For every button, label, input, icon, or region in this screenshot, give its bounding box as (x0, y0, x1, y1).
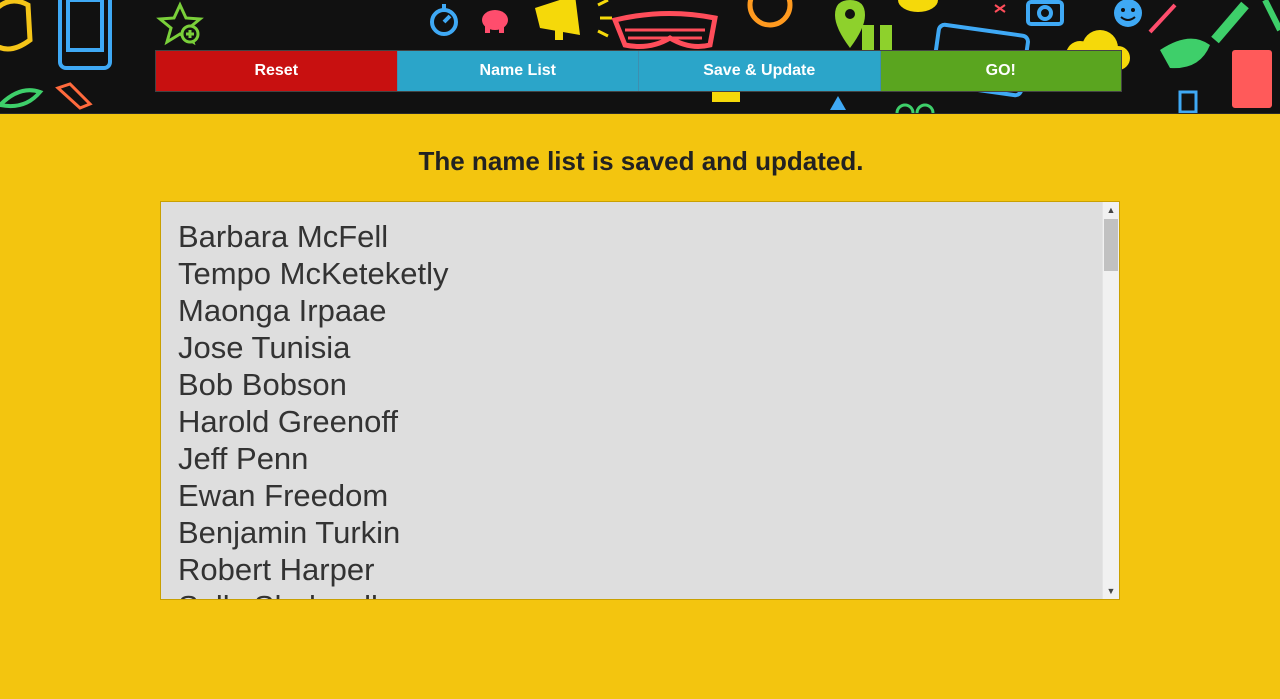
book-icon (1232, 50, 1272, 108)
go-button[interactable]: GO! (880, 51, 1121, 91)
name-line: Robert Harper (178, 552, 375, 587)
phone-icon (0, 0, 33, 52)
save-update-button[interactable]: Save & Update (639, 51, 881, 91)
stopwatch-icon (430, 4, 458, 36)
scroll-down-arrow-icon[interactable]: ▼ (1103, 583, 1119, 599)
name-line: Bob Bobson (178, 367, 347, 402)
name-line: Benjamin Turkin (178, 515, 401, 550)
name-line: Barbara McFell (178, 219, 389, 254)
leaf-icon (0, 88, 44, 109)
name-list-textarea[interactable]: Barbara McFell Tempo McKeteketly Maonga Ir… (160, 201, 1120, 600)
name-line: Tempo McKeteketly (178, 256, 449, 291)
status-message: The name list is saved and updated. (418, 146, 864, 176)
name-line: Jeff Penn (178, 441, 309, 476)
scroll-up-arrow-icon[interactable]: ▲ (1103, 202, 1119, 218)
main-content: The name list is saved and updated. Barb… (0, 114, 1280, 699)
pen-icon (1148, 3, 1177, 34)
piggy-bank-icon (482, 10, 508, 33)
toolbar: Reset Name List Save & Update GO! (155, 50, 1122, 92)
name-line: Ewan Freedom (178, 478, 389, 513)
smiley-icon (1114, 0, 1142, 27)
header-banner: Reset Name List Save & Update GO! (0, 0, 1280, 114)
megaphone-icon (535, 0, 612, 40)
name-list: Barbara McFell Tempo McKeteketly Maonga Ir… (178, 218, 449, 599)
name-line: Jose Tunisia (178, 330, 351, 365)
vertical-scrollbar[interactable]: ▲ ▼ (1102, 202, 1119, 599)
name-line: Sally Shakwell (178, 588, 449, 599)
pencil-icon (55, 82, 93, 110)
shutter-glasses-icon (611, 10, 718, 49)
smartphone-icon (58, 0, 112, 70)
name-line: Maonga Irpaae (178, 293, 387, 328)
scroll-thumb[interactable] (1104, 219, 1118, 271)
camera-icon (1026, 0, 1064, 26)
map-pin-icon (835, 0, 865, 48)
name-line: Harold Greenoff (178, 404, 398, 439)
clock-icon (747, 0, 793, 28)
name-list-button[interactable]: Name List (397, 51, 639, 91)
star-plus-icon (156, 1, 204, 46)
reset-button[interactable]: Reset (156, 51, 398, 91)
